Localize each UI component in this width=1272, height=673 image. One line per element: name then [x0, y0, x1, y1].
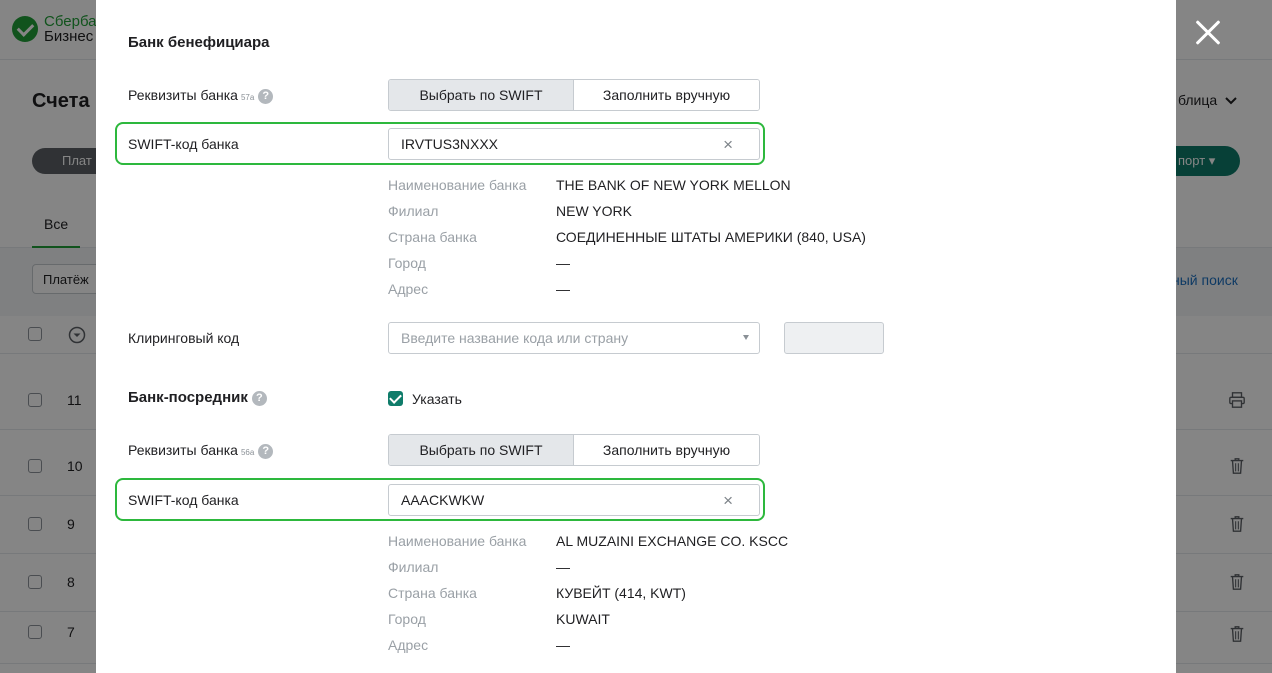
clearing-code-input[interactable]: [784, 322, 884, 354]
help-icon[interactable]: ?: [258, 88, 274, 104]
close-icon[interactable]: [1190, 15, 1226, 51]
select-by-swift-button[interactable]: Выбрать по SWIFT: [389, 435, 574, 465]
info-label: Город: [388, 611, 426, 627]
bank-details-label-text: Реквизиты банка: [128, 442, 238, 458]
bank-details-modal: Банк бенефициара Реквизиты банка 57a? Выб…: [96, 0, 1176, 673]
info-label: Наименование банка: [388, 533, 527, 549]
clear-icon[interactable]: ×: [723, 130, 733, 160]
country-value: СОЕДИНЕННЫЕ ШТАТЫ АМЕРИКИ (840, USA): [556, 229, 866, 245]
bank-details-mode-switch: Выбрать по SWIFT Заполнить вручную: [388, 434, 760, 466]
info-label: Филиал: [388, 203, 439, 219]
intermediary-bank-title: Банк-посредник?: [128, 389, 267, 406]
fill-manually-button[interactable]: Заполнить вручную: [574, 80, 759, 110]
field-code: 56a: [240, 448, 255, 457]
swift-code-value: IRVTUS3NXXX: [401, 136, 498, 152]
specify-checkbox[interactable]: [388, 391, 403, 406]
city-value: —: [556, 255, 570, 271]
fill-manually-button[interactable]: Заполнить вручную: [574, 435, 759, 465]
info-label: Адрес: [388, 281, 429, 297]
address-value: —: [556, 637, 570, 653]
bank-name-value: THE BANK OF NEW YORK MELLON: [556, 177, 791, 193]
clear-icon[interactable]: ×: [723, 486, 733, 516]
address-value: —: [556, 281, 570, 297]
help-icon[interactable]: ?: [258, 443, 274, 459]
bank-details-mode-switch: Выбрать по SWIFT Заполнить вручную: [388, 79, 760, 111]
intermediary-bank-title-text: Банк-посредник: [128, 389, 248, 406]
bank-name-value: AL MUZAINI EXCHANGE CO. KSCC: [556, 533, 789, 549]
clearing-code-label: Клиринговый код: [128, 330, 240, 346]
swift-code-label: SWIFT-код банка: [128, 136, 239, 152]
swift-code-label: SWIFT-код банка: [128, 492, 239, 508]
branch-value: —: [556, 559, 570, 575]
info-label: Город: [388, 255, 426, 271]
help-icon[interactable]: ?: [251, 390, 267, 406]
country-value: КУВЕЙТ (414, KWT): [556, 585, 686, 601]
dropdown-caret-icon: [743, 335, 749, 340]
city-value: KUWAIT: [556, 611, 610, 627]
info-label: Филиал: [388, 559, 439, 575]
field-code: 57a: [240, 93, 255, 102]
info-label: Страна банка: [388, 585, 477, 601]
swift-code-value: AAACKWKW: [401, 492, 485, 508]
clearing-code-placeholder: Введите название кода или страну: [401, 330, 629, 346]
info-label: Наименование банка: [388, 177, 527, 193]
select-by-swift-button[interactable]: Выбрать по SWIFT: [389, 80, 574, 110]
specify-label[interactable]: Указать: [412, 391, 462, 407]
branch-value: NEW YORK: [556, 203, 632, 219]
info-label: Страна банка: [388, 229, 477, 245]
bank-details-label: Реквизиты банка 56a?: [128, 442, 274, 459]
clearing-code-select[interactable]: Введите название кода или страну: [388, 322, 760, 354]
bank-details-label: Реквизиты банка 57a?: [128, 87, 274, 104]
info-label: Адрес: [388, 637, 429, 653]
swift-code-input[interactable]: IRVTUS3NXXX ×: [388, 128, 760, 160]
bank-details-label-text: Реквизиты банка: [128, 87, 238, 103]
swift-code-input[interactable]: AAACKWKW ×: [388, 484, 760, 516]
beneficiary-bank-title: Банк бенефициара: [128, 34, 270, 51]
